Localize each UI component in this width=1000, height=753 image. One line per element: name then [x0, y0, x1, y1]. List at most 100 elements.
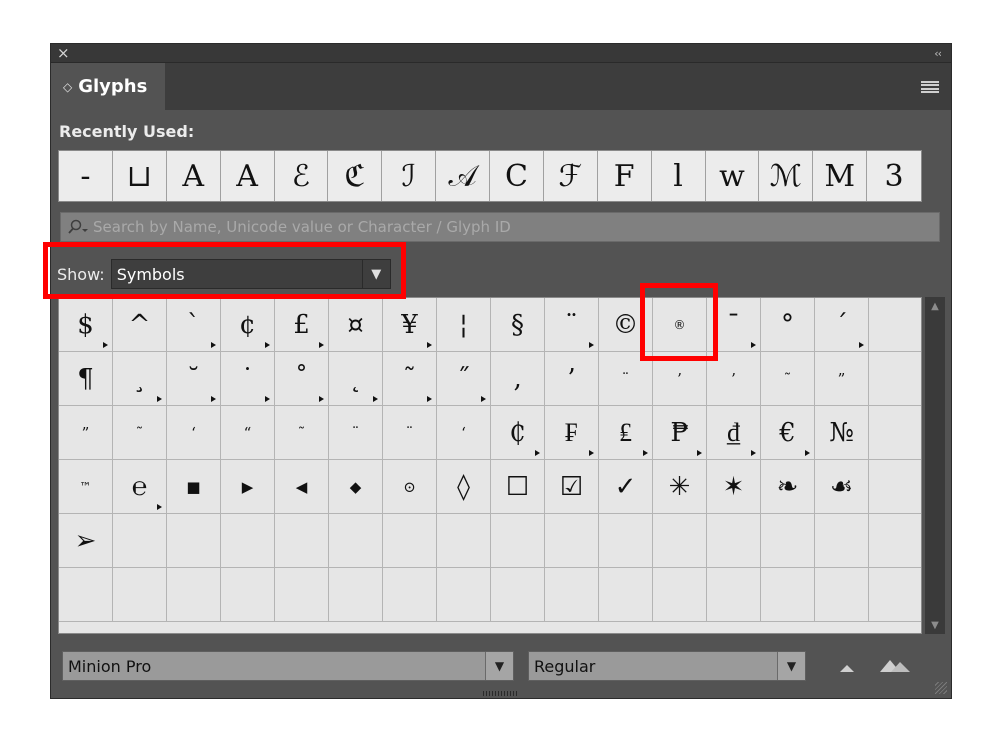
recent-glyph-cell[interactable]: w [706, 151, 760, 201]
glyph-cell[interactable]: ˚ [275, 352, 329, 406]
glyph-cell[interactable] [707, 568, 761, 622]
glyph-cell[interactable]: ¤ [329, 298, 383, 352]
scroll-down-icon[interactable]: ▼ [925, 616, 945, 634]
zoom-in-icon[interactable] [879, 657, 911, 673]
recent-glyph-cell[interactable]: ℭ [328, 151, 383, 201]
glyph-cell[interactable]: ‘ [167, 406, 221, 460]
glyph-cell[interactable]: ✳ [653, 460, 707, 514]
glyph-cell[interactable]: £ [275, 298, 329, 352]
glyph-cell[interactable] [167, 568, 221, 622]
glyph-cell[interactable] [815, 514, 869, 568]
resize-corner-icon[interactable] [935, 682, 947, 694]
collapse-icon[interactable]: ‹‹ [934, 44, 942, 63]
glyph-cell[interactable]: ¥ [383, 298, 437, 352]
recent-glyph-cell[interactable]: ℳ [759, 151, 814, 201]
recent-glyph-cell[interactable]: ℱ [544, 151, 598, 201]
glyph-cell[interactable]: ✶ [707, 460, 761, 514]
glyph-cell[interactable]: ☙ [815, 460, 869, 514]
glyph-cell[interactable]: ◆ [329, 460, 383, 514]
glyph-cell[interactable] [221, 514, 275, 568]
glyph-cell[interactable]: ˜ [761, 352, 815, 406]
glyph-cell[interactable]: $ [59, 298, 113, 352]
glyph-cell[interactable] [491, 514, 545, 568]
recent-glyph-cell[interactable]: ⊔ [113, 151, 167, 201]
glyph-cell[interactable] [545, 568, 599, 622]
glyph-cell[interactable]: ™ [59, 460, 113, 514]
glyph-cell[interactable]: ´ [815, 298, 869, 352]
glyph-cell[interactable] [437, 568, 491, 622]
recent-glyph-cell[interactable]: C [490, 151, 544, 201]
close-icon[interactable]: × [57, 44, 70, 63]
glyph-cell[interactable] [761, 568, 815, 622]
glyph-cell[interactable]: ¨ [329, 406, 383, 460]
glyph-cell[interactable]: ₵ [491, 406, 545, 460]
glyph-cell[interactable] [275, 514, 329, 568]
glyph-cell[interactable]: ˝ [437, 352, 491, 406]
glyph-cell[interactable]: ℮ [113, 460, 167, 514]
glyph-cell[interactable]: ” [59, 406, 113, 460]
glyph-cell[interactable]: § [491, 298, 545, 352]
glyph-cell[interactable]: ˛ [329, 352, 383, 406]
glyph-cell[interactable] [59, 568, 113, 622]
glyph-cell[interactable]: ▶ [221, 460, 275, 514]
glyph-cell[interactable]: “ [221, 406, 275, 460]
glyph-cell[interactable] [167, 514, 221, 568]
zoom-out-icon[interactable] [839, 663, 855, 673]
glyph-cell[interactable] [815, 568, 869, 622]
glyph-cell[interactable] [653, 514, 707, 568]
glyph-cell[interactable]: ➢ [59, 514, 113, 568]
glyph-cell[interactable] [869, 298, 921, 352]
chevron-down-icon[interactable]: ▼ [485, 652, 513, 680]
glyph-cell[interactable]: ¸ [113, 352, 167, 406]
font-family-select[interactable]: Minion Pro ▼ [62, 651, 514, 681]
glyph-cell[interactable]: ¨ [383, 406, 437, 460]
glyph-cell[interactable]: ■ [167, 460, 221, 514]
glyph-cell[interactable]: ❧ [761, 460, 815, 514]
recent-glyph-cell[interactable]: A [221, 151, 275, 201]
glyph-cell[interactable]: ¨ [545, 298, 599, 352]
glyph-cell[interactable]: ˜ [383, 352, 437, 406]
glyph-cell[interactable] [707, 514, 761, 568]
panel-resize-grip[interactable] [483, 691, 519, 696]
glyph-cell[interactable]: ◀ [275, 460, 329, 514]
tab-glyphs[interactable]: ◇ Glyphs [51, 63, 165, 110]
glyph-cell[interactable]: ✓ [599, 460, 653, 514]
glyph-cell[interactable] [545, 514, 599, 568]
recent-glyph-cell[interactable]: 3 [867, 151, 921, 201]
glyph-search-field[interactable] [60, 212, 940, 242]
search-input[interactable] [93, 218, 939, 236]
glyph-cell[interactable] [329, 514, 383, 568]
glyph-cell[interactable]: ’ [545, 352, 599, 406]
scroll-up-icon[interactable]: ▲ [925, 297, 945, 315]
glyph-cell[interactable]: ¦ [437, 298, 491, 352]
recent-glyph-cell[interactable]: A [167, 151, 221, 201]
glyph-cell[interactable] [221, 568, 275, 622]
panel-menu-icon[interactable] [921, 81, 939, 93]
glyph-grid-scrollbar[interactable]: ▲ ▼ [925, 297, 945, 634]
glyph-cell[interactable] [761, 514, 815, 568]
glyph-cell[interactable] [113, 568, 167, 622]
glyph-cell[interactable] [869, 352, 921, 406]
glyph-cell[interactable]: ˜ [113, 406, 167, 460]
glyph-cell[interactable]: ° [761, 298, 815, 352]
recent-glyph-cell[interactable]: F [598, 151, 652, 201]
glyph-cell[interactable]: ¢ [221, 298, 275, 352]
glyph-cell[interactable]: ◊ [437, 460, 491, 514]
glyph-cell[interactable] [599, 514, 653, 568]
glyph-cell[interactable]: ¶ [59, 352, 113, 406]
glyph-cell[interactable] [869, 460, 921, 514]
recent-glyph-cell[interactable]: M [813, 151, 868, 201]
chevron-down-icon[interactable]: ▼ [777, 652, 805, 680]
glyph-cell[interactable]: ⊙ [383, 460, 437, 514]
glyph-cell[interactable]: ” [815, 352, 869, 406]
glyph-cell[interactable]: ` [167, 298, 221, 352]
glyph-cell[interactable]: ₫ [707, 406, 761, 460]
glyph-cell[interactable]: ☑ [545, 460, 599, 514]
glyph-cell[interactable] [599, 568, 653, 622]
glyph-cell[interactable]: ☐ [491, 460, 545, 514]
glyph-cell[interactable] [437, 514, 491, 568]
glyph-cell[interactable] [653, 568, 707, 622]
glyph-cell[interactable]: ₣ [545, 406, 599, 460]
glyph-cell[interactable] [383, 568, 437, 622]
glyph-cell[interactable]: ˙ [221, 352, 275, 406]
